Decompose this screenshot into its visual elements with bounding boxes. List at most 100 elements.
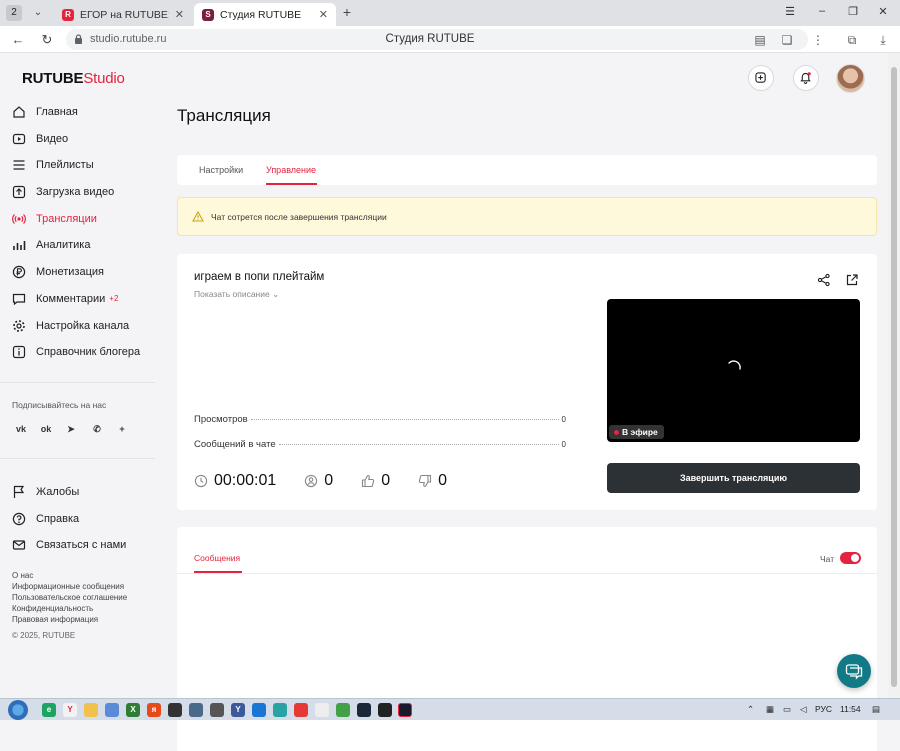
external-link-icon[interactable] xyxy=(845,273,859,287)
sidebar-item-comments[interactable]: Комментарии +2 xyxy=(12,289,118,309)
clock[interactable]: 11:54 xyxy=(840,704,861,714)
sidebar-item-broadcasts[interactable]: Трансляции xyxy=(12,209,97,229)
start-button-icon[interactable] xyxy=(8,700,28,720)
close-window-icon[interactable]: ✕ xyxy=(875,5,891,18)
tab-list-chevron-icon[interactable]: ⌄ xyxy=(30,5,46,21)
app-icon[interactable] xyxy=(398,703,412,717)
obs-icon[interactable] xyxy=(378,703,392,717)
studio-favicon-icon: S xyxy=(202,8,214,21)
sidebar-item-label: Жалобы xyxy=(36,486,80,498)
footer-link-legal[interactable]: Правовая информация xyxy=(12,615,98,624)
stat-label: Сообщений в чате xyxy=(194,439,276,450)
page-scrollbar[interactable] xyxy=(888,53,900,698)
tab-close-icon[interactable]: ✕ xyxy=(175,8,184,21)
language-indicator[interactable]: РУС xyxy=(815,704,832,714)
notifications-button[interactable] xyxy=(793,65,819,91)
vk-icon[interactable]: vk xyxy=(12,420,30,438)
sidebar-item-complaints[interactable]: Жалобы xyxy=(12,482,79,502)
duration-counter: 00:00:01 xyxy=(194,472,276,490)
reload-icon[interactable]: ↻ xyxy=(39,32,55,48)
bell-icon xyxy=(800,72,811,84)
sidebar-item-monetization[interactable]: Монетизация xyxy=(12,262,104,282)
sidebar-item-analytics[interactable]: Аналитика xyxy=(12,235,90,255)
ok-icon[interactable]: ok xyxy=(37,420,55,438)
sidebar-item-label: Главная xyxy=(36,106,78,118)
telegram-icon[interactable]: ➤ xyxy=(62,420,80,438)
yandex-icon[interactable]: Y xyxy=(63,703,77,717)
tab-settings[interactable]: Настройки xyxy=(199,165,243,175)
stat-label: Просмотров xyxy=(194,414,248,425)
broadcast-icon xyxy=(12,214,26,224)
more-vertical-icon[interactable]: ⋮ xyxy=(810,32,826,48)
back-arrow-icon[interactable]: ← xyxy=(10,32,26,48)
tab-management[interactable]: Управление xyxy=(266,165,316,175)
live-badge-label: В эфире xyxy=(622,427,658,437)
studio-page: RUTUBEStudio Главная Видео Плейлисты Заг… xyxy=(0,53,888,751)
app-icon[interactable] xyxy=(189,703,203,717)
stream-preview-player[interactable]: В эфире xyxy=(607,299,860,442)
create-button[interactable] xyxy=(748,65,774,91)
footer-link-info-messages[interactable]: Информационные сообщения xyxy=(12,582,124,591)
edge-icon[interactable]: e xyxy=(42,703,56,717)
sidebar-item-video[interactable]: Видео xyxy=(12,129,68,149)
gear-icon xyxy=(13,320,25,332)
restore-icon[interactable]: ❐ xyxy=(845,5,861,18)
rutube-studio-logo[interactable]: RUTUBEStudio xyxy=(22,70,125,87)
tab-messages[interactable]: Сообщения xyxy=(194,553,240,563)
app-icon[interactable] xyxy=(294,703,308,717)
folder-icon[interactable] xyxy=(84,703,98,717)
footer-link-about[interactable]: О нас xyxy=(12,571,33,580)
sidebar-item-label: Монетизация xyxy=(36,266,104,278)
show-description-toggle[interactable]: Показать описание ⌄ xyxy=(194,289,279,300)
scrollbar-thumb[interactable] xyxy=(891,67,897,687)
download-icon[interactable]: ⤓ xyxy=(875,32,891,48)
viber-icon[interactable]: ✆ xyxy=(88,420,106,438)
notepad-icon[interactable] xyxy=(315,703,329,717)
bookmark-icon[interactable]: ❏ xyxy=(779,32,795,48)
sidebar-item-playlists[interactable]: Плейлисты xyxy=(12,155,94,175)
notifications-tray-icon[interactable]: ▤ xyxy=(872,704,880,715)
browser-menu-icon[interactable]: ☰ xyxy=(782,5,798,18)
app-icon[interactable] xyxy=(168,703,182,717)
tab-count-badge[interactable]: 2 xyxy=(6,5,22,21)
end-stream-button[interactable]: Завершить трансляцию xyxy=(607,463,860,493)
likes-counter: 0 xyxy=(361,472,390,490)
new-tab-plus-icon[interactable]: + xyxy=(339,5,355,21)
share-icon[interactable] xyxy=(817,273,831,287)
sidebar-item-label: Настройка канала xyxy=(36,320,130,332)
app-icon[interactable] xyxy=(252,703,266,717)
battery-icon[interactable]: ▭ xyxy=(783,704,791,715)
app-icon[interactable] xyxy=(273,703,287,717)
footer-link-privacy[interactable]: Конфиденциальность xyxy=(12,604,93,613)
excel-icon[interactable]: X xyxy=(126,703,140,717)
sidebar-item-upload[interactable]: Загрузка видео xyxy=(12,182,114,202)
sidebar-item-channel-settings[interactable]: Настройка канала xyxy=(12,316,129,336)
network-icon[interactable]: ▦ xyxy=(766,704,774,715)
sidebar-item-blogger-guide[interactable]: Справочник блогера xyxy=(12,342,140,362)
steam-icon[interactable] xyxy=(357,703,371,717)
avatar[interactable] xyxy=(836,64,865,93)
app-icon[interactable] xyxy=(210,703,224,717)
collections-icon[interactable]: ⧉ xyxy=(844,32,860,48)
app-icon[interactable]: Y xyxy=(231,703,245,717)
browser-tab-studio[interactable]: S Студия RUTUBE ✕ xyxy=(194,3,336,26)
tab-close-icon[interactable]: ✕ xyxy=(319,8,328,21)
more-social-icon[interactable]: + xyxy=(113,420,131,438)
volume-icon[interactable]: ◁ xyxy=(800,704,807,715)
app-icon[interactable] xyxy=(105,703,119,717)
sidebar-item-contact[interactable]: Связаться с нами xyxy=(12,535,126,555)
chat-toggle[interactable] xyxy=(840,552,861,564)
reader-mode-icon[interactable]: ▤ xyxy=(752,32,768,48)
yandex-browser-icon[interactable]: я xyxy=(147,703,161,717)
support-chat-button[interactable] xyxy=(837,654,871,688)
help-icon xyxy=(12,512,26,526)
sidebar-item-home[interactable]: Главная xyxy=(12,102,78,122)
stat-chat-messages: Сообщений в чате 0 xyxy=(194,439,566,450)
sidebar-item-help[interactable]: Справка xyxy=(12,509,79,529)
tray-chevron-icon[interactable]: ⌃ xyxy=(747,704,754,715)
url-field[interactable]: studio.rutube.ru Студия RUTUBE xyxy=(66,29,808,50)
footer-link-user-agreement[interactable]: Пользовательское соглашение xyxy=(12,593,127,602)
minimize-icon[interactable]: – xyxy=(814,5,830,17)
browser-tab-egor[interactable]: R ЕГОР на RUTUBE: 7 видео ✕ xyxy=(54,3,192,26)
app-icon[interactable] xyxy=(336,703,350,717)
